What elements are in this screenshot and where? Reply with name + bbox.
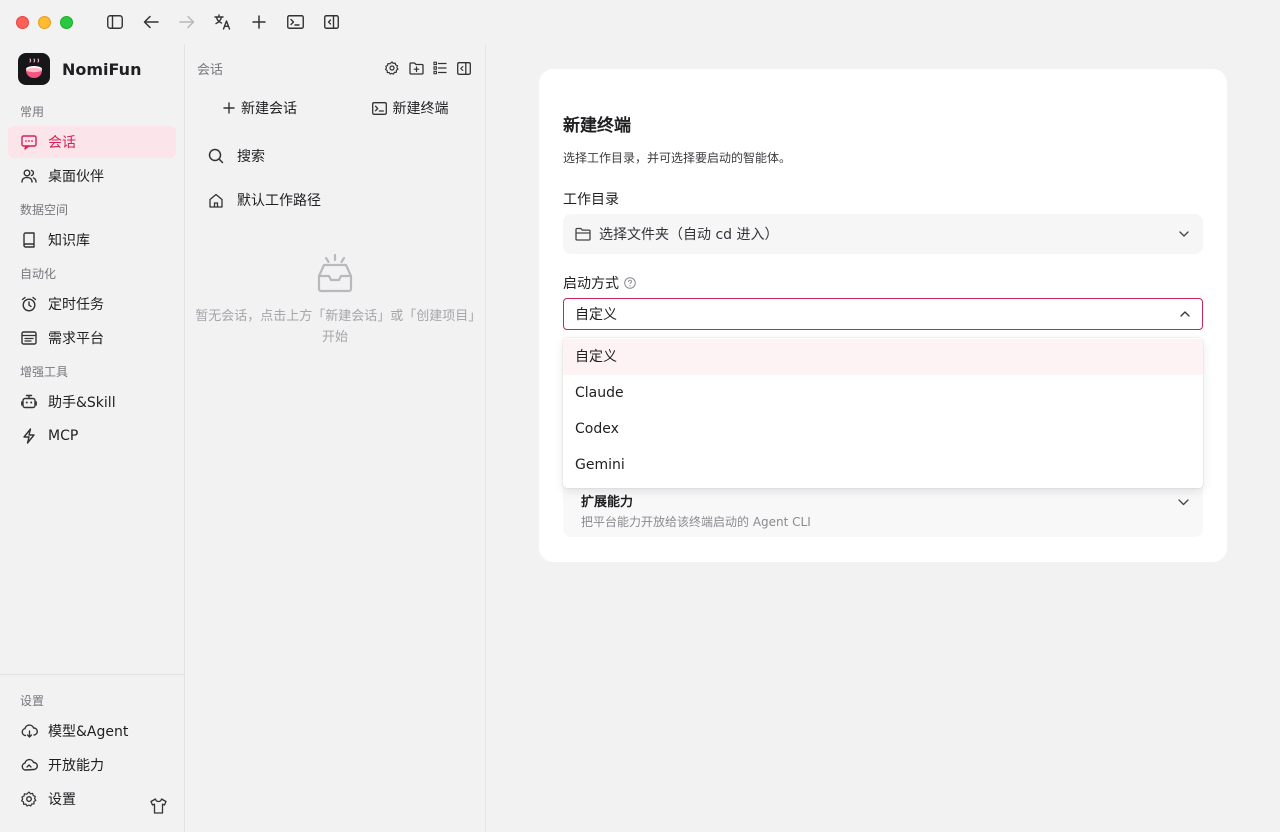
sidebar-item-label: 设置 (48, 792, 76, 808)
settings-gear-icon[interactable] (383, 59, 401, 77)
sidebar-toggle-icon[interactable] (97, 8, 133, 36)
sidebar-item-label: MCP (48, 428, 79, 444)
sidebar-item-open[interactable]: 开放能力 (8, 749, 176, 781)
lightning-icon (20, 427, 38, 445)
title-bar (0, 0, 1280, 44)
terminal-icon[interactable] (277, 8, 313, 36)
users-icon (20, 167, 38, 185)
option-gemini[interactable]: Gemini (563, 447, 1203, 483)
sidebar-item-label: 助手&Skill (48, 395, 116, 411)
sidebar-item-label: 开放能力 (48, 758, 104, 774)
launch-mode-value: 自定义 (575, 307, 617, 323)
search-icon (207, 147, 225, 165)
sidebar-item-mcp[interactable]: MCP (8, 420, 176, 452)
page-title: 新建终端 (563, 116, 631, 136)
extension-subtitle: 把平台能力开放给该终端启动的 Agent CLI (581, 515, 811, 529)
sidebar-item-label: 知识库 (48, 233, 90, 249)
new-terminal-card: 新建终端 选择工作目录，并可选择要启动的智能体。 工作目录 选择文件夹（自动 c… (539, 69, 1227, 562)
page-description: 选择工作目录，并可选择要启动的智能体。 (563, 151, 792, 165)
conversations-panel: 会话 新建会话 新建终端 搜索 默认工作路径 暂无会话，点击上方「新建会话」或「… (184, 44, 486, 832)
chevron-down-icon (1178, 499, 1189, 506)
sidebar: NomiFun 常用 会话 桌面伙伴 数据空间 知识库 自动化 定时任务 需求平… (0, 44, 184, 832)
home-icon (207, 191, 225, 209)
section-tools: 增强工具 (20, 365, 69, 379)
collapse-panel-icon[interactable] (455, 59, 473, 77)
new-terminal-label: 新建终端 (392, 101, 449, 117)
empty-state: 暂无会话，点击上方「新建会话」或「创建项目」开始 (185, 254, 485, 348)
section-settings: 设置 (20, 694, 45, 708)
search-button[interactable]: 搜索 (185, 136, 485, 176)
sidebar-item-label: 会话 (48, 135, 76, 151)
brand: NomiFun (0, 44, 184, 94)
empty-state-text: 暂无会话，点击上方「新建会话」或「创建项目」开始 (195, 309, 475, 345)
empty-inbox-icon (185, 254, 485, 294)
list-board-icon (20, 329, 38, 347)
sidebar-item-label: 桌面伙伴 (48, 169, 104, 185)
chat-icon (20, 133, 38, 151)
folder-icon (575, 227, 591, 241)
plus-icon[interactable] (241, 8, 277, 36)
book-icon (20, 231, 38, 249)
sidebar-item-assistant[interactable]: 助手&Skill (8, 386, 176, 418)
option-custom[interactable]: 自定义 (563, 339, 1203, 375)
workdir-label: 工作目录 (563, 192, 619, 208)
cloud-icon (20, 756, 38, 774)
new-chat-label: 新建会话 (241, 101, 297, 117)
help-circle-icon[interactable] (624, 277, 636, 289)
checklist-icon[interactable] (431, 59, 449, 77)
workdir-select[interactable]: 选择文件夹（自动 cd 进入） (563, 214, 1203, 254)
option-codex[interactable]: Codex (563, 411, 1203, 447)
new-terminal-button[interactable]: 新建终端 (335, 98, 485, 118)
section-automation: 自动化 (20, 267, 57, 281)
arrow-left-icon[interactable] (133, 8, 169, 36)
launch-mode-label: 启动方式 (563, 276, 619, 292)
new-folder-icon[interactable] (407, 59, 425, 77)
option-claude[interactable]: Claude (563, 375, 1203, 411)
panel-right-icon[interactable] (313, 8, 349, 36)
sidebar-item-scheduled[interactable]: 定时任务 (8, 288, 176, 320)
terminal-icon (371, 101, 387, 115)
default-path-button[interactable]: 默认工作路径 (185, 180, 485, 220)
search-label: 搜索 (237, 149, 265, 165)
brand-logo (18, 53, 50, 85)
extension-title: 扩展能力 (581, 495, 634, 510)
launch-mode-select[interactable]: 自定义 (563, 298, 1203, 330)
zoom-window-button[interactable] (60, 15, 73, 29)
launch-mode-dropdown: 自定义 Claude Codex Gemini (563, 338, 1203, 488)
sidebar-item-label: 需求平台 (48, 331, 104, 347)
minimize-window-button[interactable] (38, 15, 51, 29)
sidebar-item-knowledge[interactable]: 知识库 (8, 224, 176, 256)
sidebar-item-chat[interactable]: 会话 (8, 126, 176, 158)
launch-mode-label-row: 启动方式 (563, 273, 636, 293)
conversations-header: 会话 (185, 44, 485, 92)
section-common: 常用 (20, 105, 45, 119)
workdir-placeholder: 选择文件夹（自动 cd 进入） (599, 227, 779, 243)
sidebar-item-model[interactable]: 模型&Agent (8, 715, 176, 747)
section-data: 数据空间 (20, 203, 69, 217)
window-controls (16, 15, 73, 29)
sidebar-item-label: 定时任务 (48, 297, 104, 313)
translate-icon[interactable] (205, 8, 241, 36)
chevron-down-icon (1179, 231, 1189, 237)
theme-shirt-icon[interactable] (148, 796, 168, 816)
conversations-title: 会话 (197, 62, 224, 78)
brand-name: NomiFun (62, 59, 142, 79)
arrow-right-icon[interactable] (169, 8, 205, 36)
alarm-clock-icon (20, 295, 38, 313)
sidebar-item-requirements[interactable]: 需求平台 (8, 322, 176, 354)
sidebar-item-partner[interactable]: 桌面伙伴 (8, 160, 176, 192)
plus-icon (223, 102, 235, 114)
close-window-button[interactable] (16, 15, 29, 29)
chevron-up-icon (1180, 311, 1190, 317)
default-path-label: 默认工作路径 (237, 193, 321, 209)
sidebar-item-label: 模型&Agent (48, 724, 129, 740)
gear-icon (20, 790, 38, 808)
new-chat-button[interactable]: 新建会话 (185, 98, 335, 118)
robot-icon (20, 393, 38, 411)
cloud-sync-icon (20, 722, 38, 740)
